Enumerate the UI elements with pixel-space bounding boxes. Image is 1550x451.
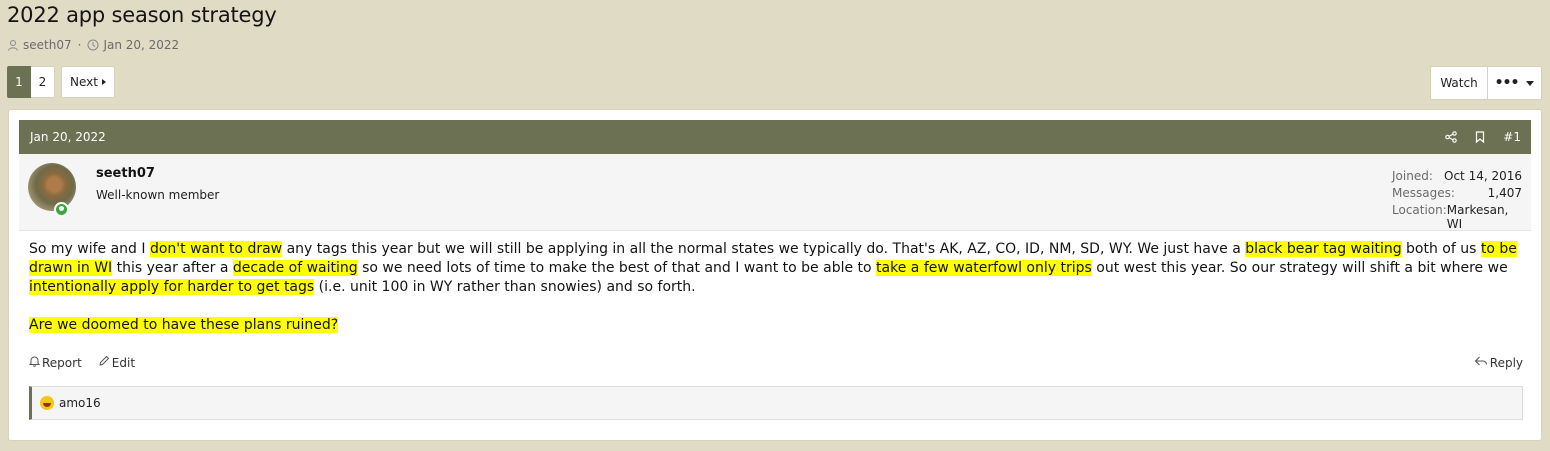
post-header: Jan 20, 2022 #1 [19,120,1531,154]
chevron-down-icon [1526,80,1535,86]
watch-button[interactable]: Watch [1430,66,1488,100]
post-question: Are we doomed to have these plans ruined… [29,316,1524,335]
edit-label: Edit [111,355,136,370]
stat-label: Location: [1392,203,1447,217]
highlighted-text: don't want to draw [149,241,283,257]
thread-meta: seeth07 · Jan 20, 2022 [7,38,179,52]
pencil-icon [98,355,110,370]
clock-icon [87,39,99,51]
pagination: 1 2 Next [7,66,115,98]
laugh-reaction-icon [40,396,54,410]
body-text: any tags this year but we will still be … [282,241,1246,257]
user-icon [7,39,19,51]
page-title: 2022 app season strategy [7,3,277,27]
reply-button[interactable]: Reply [1474,355,1523,370]
post-number-link[interactable]: #1 [1503,130,1521,144]
edit-button[interactable]: Edit [98,355,135,370]
reactions-bar[interactable]: amo16 [29,386,1523,420]
thread-author-link[interactable]: seeth07 [23,38,72,52]
body-text: both of us [1401,241,1481,257]
body-text: out west this year. So our strategy will… [1091,260,1508,276]
post-paragraph: So my wife and I don't want to draw any … [29,240,1524,297]
page-1-button[interactable]: 1 [7,66,31,98]
post-body: So my wife and I don't want to draw any … [29,240,1524,335]
bookmark-icon[interactable] [1475,131,1485,143]
chevron-right-icon [101,79,106,85]
stat-label: Joined: [1392,169,1433,183]
post-actions: Report Edit Reply [28,355,1523,373]
body-text: this year after a [112,260,233,276]
user-title: Well-known member [96,188,220,202]
thread-actions: Watch ••• [1430,66,1542,100]
body-text: so we need lots of time to make the best… [357,260,877,276]
stat-location: Location: Markesan, WI [1392,203,1522,231]
report-button[interactable]: Report [28,355,82,370]
stat-value[interactable]: Markesan, WI [1447,203,1522,231]
more-options-button[interactable]: ••• [1488,66,1542,100]
stat-messages: Messages: 1,407 [1392,186,1522,203]
next-label: Next [70,75,98,89]
more-dots-icon: ••• [1494,75,1520,91]
highlighted-text: take a few waterfowl only trips [876,260,1092,276]
avatar[interactable] [28,163,76,211]
page-2-button[interactable]: 2 [31,66,55,98]
highlighted-text: black bear tag waiting [1245,241,1402,257]
highlighted-text: intentionally apply for harder to get ta… [29,279,315,295]
user-stats: Joined: Oct 14, 2016 Messages: 1,407 Loc… [1392,169,1522,231]
post-container: Jan 20, 2022 #1 seeth07 Well-known membe… [8,109,1542,441]
stat-value[interactable]: 1,407 [1488,186,1522,203]
highlighted-text: decade of waiting [232,260,358,276]
bell-icon [28,355,41,370]
reply-icon [1474,355,1488,370]
report-label: Report [42,355,82,370]
stat-value: Oct 14, 2016 [1444,169,1522,183]
reply-label: Reply [1489,355,1523,370]
reaction-users-link[interactable]: amo16 [59,396,101,410]
user-info-strip: seeth07 Well-known member Joined: Oct 14… [19,154,1531,231]
thread-date-link[interactable]: Jan 20, 2022 [103,38,179,52]
body-text: (i.e. unit 100 in WY rather than snowies… [314,279,696,295]
body-text: So my wife and I [29,241,150,257]
online-status-icon [54,202,69,217]
share-icon[interactable] [1445,131,1458,143]
stat-label: Messages: [1392,186,1455,200]
meta-separator: · [77,38,82,52]
post-date-link[interactable]: Jan 20, 2022 [30,130,106,144]
highlighted-text: Are we doomed to have these plans ruined… [29,317,339,333]
next-page-button[interactable]: Next [61,66,115,98]
username-link[interactable]: seeth07 [96,166,155,181]
stat-joined: Joined: Oct 14, 2016 [1392,169,1522,186]
